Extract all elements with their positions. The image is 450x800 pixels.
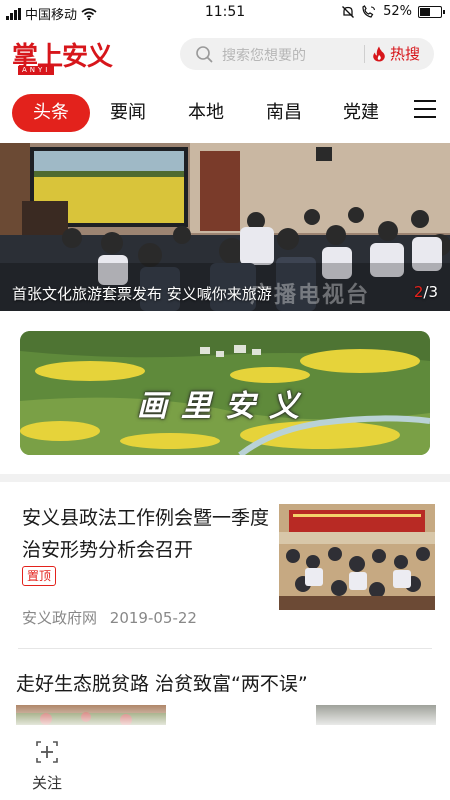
search-bar[interactable]: 搜索您想要的 热搜	[180, 38, 434, 70]
slide-counter: 2/3	[414, 283, 438, 301]
section-divider	[0, 474, 450, 482]
hot-search-button[interactable]: 热搜	[372, 43, 420, 64]
call-icon	[362, 4, 376, 18]
total-slides: 3	[428, 283, 438, 301]
tab-local[interactable]: 本地	[176, 94, 236, 132]
hero-carousel[interactable]: 广播电视台 首张文化旅游套票发布 安义喊你来旅游 2/3	[0, 143, 450, 311]
search-placeholder: 搜索您想要的	[222, 48, 306, 64]
hero-caption: 首张文化旅游套票发布 安义喊你来旅游	[12, 285, 272, 303]
meeting-photo	[279, 504, 435, 610]
follow-icon	[36, 741, 58, 763]
follow-button[interactable]: 关注	[24, 738, 70, 793]
app-header: 掌上安义 ANYI 搜索您想要的 热搜	[0, 30, 450, 80]
list-separator	[18, 648, 432, 649]
article-meta: 安义政府网 2019-05-22	[22, 607, 197, 628]
article-thumbnail[interactable]	[279, 504, 435, 610]
article-source: 安义政府网	[22, 609, 98, 627]
menu-icon[interactable]	[414, 100, 436, 118]
article-title[interactable]: 走好生态脱贫路 治贫致富“两不误”	[16, 669, 308, 696]
battery-icon	[418, 5, 445, 18]
tab-news[interactable]: 要闻	[98, 94, 158, 132]
tab-party-building[interactable]: 党建	[331, 94, 391, 132]
banner-text: 画里安义	[137, 389, 313, 424]
status-bar: 中国移动 11:51 52%	[0, 0, 450, 26]
category-tabs: 头条 要闻 本地 南昌 党建	[0, 90, 450, 136]
search-divider	[364, 45, 365, 63]
tab-nanchang[interactable]: 南昌	[254, 94, 314, 132]
current-slide: 2	[413, 283, 424, 301]
mute-bell-icon	[342, 5, 355, 18]
article-date: 2019-05-22	[109, 609, 197, 627]
promo-banner[interactable]: 画里安义	[20, 331, 430, 455]
tab-headlines[interactable]: 头条	[12, 94, 90, 132]
flame-icon	[373, 46, 385, 61]
article-title[interactable]: 安义县政法工作例会暨一季度治安形势分析会召开	[22, 502, 272, 566]
pinned-badge: 置顶	[22, 566, 57, 586]
hot-search-label: 热搜	[390, 45, 421, 63]
search-icon	[196, 46, 213, 63]
logo-subtext: ANYI	[18, 66, 55, 75]
bottom-nav: 关注	[0, 732, 450, 800]
battery-percent: 52%	[383, 4, 412, 19]
status-right: 52%	[341, 4, 445, 19]
app-logo[interactable]: 掌上安义 ANYI	[12, 36, 124, 76]
follow-label: 关注	[31, 774, 62, 792]
bottom-fade	[0, 700, 450, 736]
